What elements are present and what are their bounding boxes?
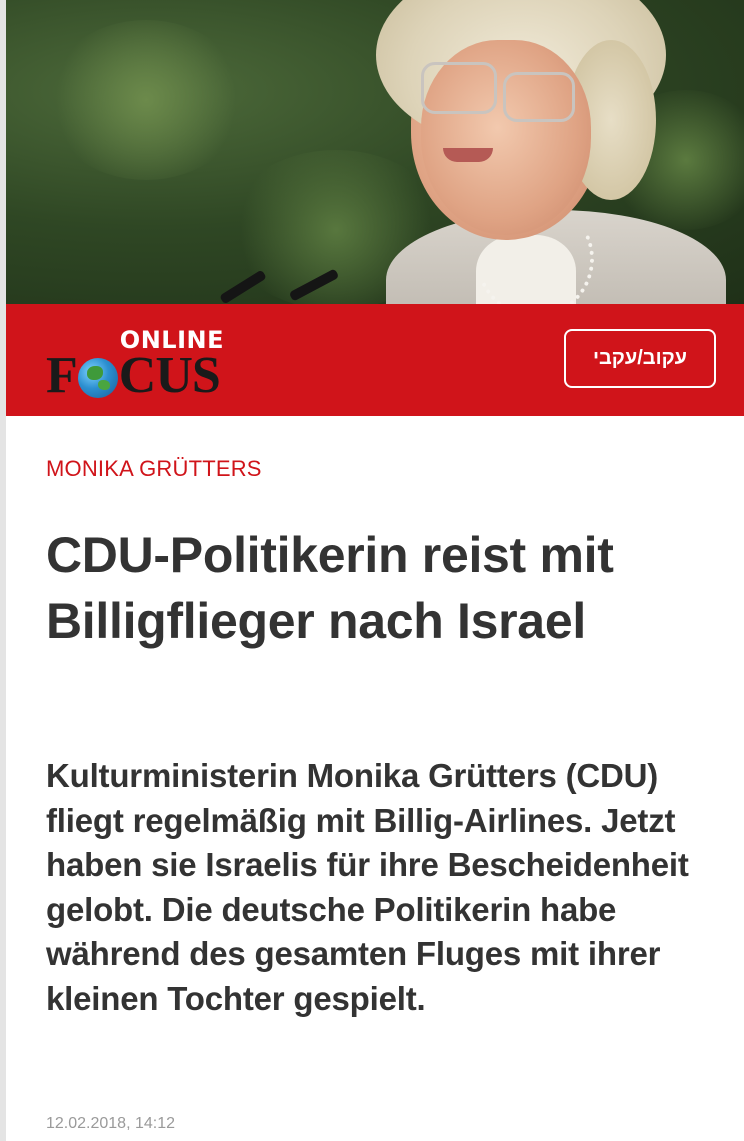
logo-focus-wordmark: F CUS xyxy=(46,347,221,404)
globe-icon xyxy=(77,358,118,398)
photo-glasses-right xyxy=(503,72,575,122)
follow-button[interactable]: עקוב/עקבי xyxy=(564,329,716,388)
article-headline: CDU-Politikerin reist mit Billigflieger … xyxy=(46,527,614,649)
photo-mouth-shape xyxy=(443,148,493,162)
brand-header-bar: ONLINE F CUS עקוב/עקבי xyxy=(6,304,744,416)
article-teaser: Kulturministerin Monika Grütters (CDU) f… xyxy=(46,757,689,1017)
foliage-shape xyxy=(46,20,246,180)
article-kicker: MONIKA GRÜTTERS xyxy=(46,456,262,481)
hero-photo xyxy=(6,0,744,304)
logo-focus-letters: CUS xyxy=(118,347,221,404)
photo-glasses-left xyxy=(421,62,497,114)
focus-online-logo[interactable]: ONLINE F CUS xyxy=(46,324,246,404)
article-page: ONLINE F CUS עקוב/עקבי MONIKA GRÜTTERS C… xyxy=(6,0,744,1141)
article-meta: 12.02.2018, 14:12 xyxy=(46,1115,176,1132)
logo-focus-letter: F xyxy=(46,347,78,404)
